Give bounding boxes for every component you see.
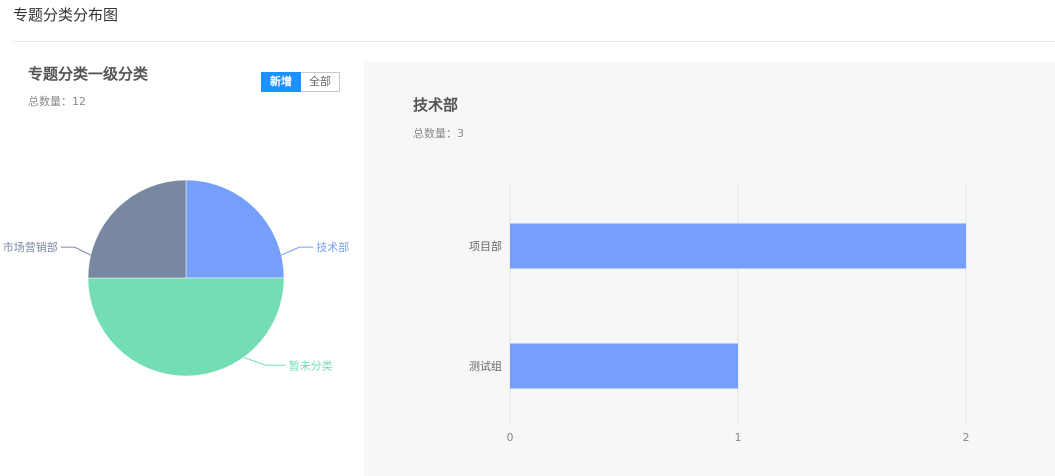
bar-x-tick-label: 1 xyxy=(735,431,742,444)
pie-slice-label: 暂未分类 xyxy=(289,358,333,372)
pie-chart: 技术部暂未分类 市场营销部 xyxy=(3,179,349,377)
pie-leader-line xyxy=(60,246,91,256)
left-panel: 专题分类一级分类 总数量：12 新增 全部 技术部 暂未分类 市场营销部 xyxy=(0,42,364,476)
page-title: 专题分类分布图 xyxy=(13,6,119,24)
bar-category-label: 项目部 xyxy=(469,239,502,253)
bar-chart: 0 1 2 项目部测试组 xyxy=(469,186,970,444)
bar-category-label: 测试组 xyxy=(469,359,502,373)
bar-rect xyxy=(510,343,738,389)
pie-leader-line xyxy=(243,356,286,366)
pie-slice xyxy=(185,179,285,279)
bar-x-tick-label: 2 xyxy=(963,431,970,444)
pie-slice-label: 技术部 xyxy=(316,240,349,254)
pie-slice xyxy=(87,179,187,279)
right-panel: 技术部 总数量：3 0 1 2 项目部 测试组 xyxy=(364,62,1055,476)
pie-leader-line xyxy=(281,246,314,256)
bar-x-tick-label: 0 xyxy=(507,431,514,444)
bar-rect xyxy=(510,223,966,269)
pie-slice-label: 市场营销部 xyxy=(3,240,58,254)
